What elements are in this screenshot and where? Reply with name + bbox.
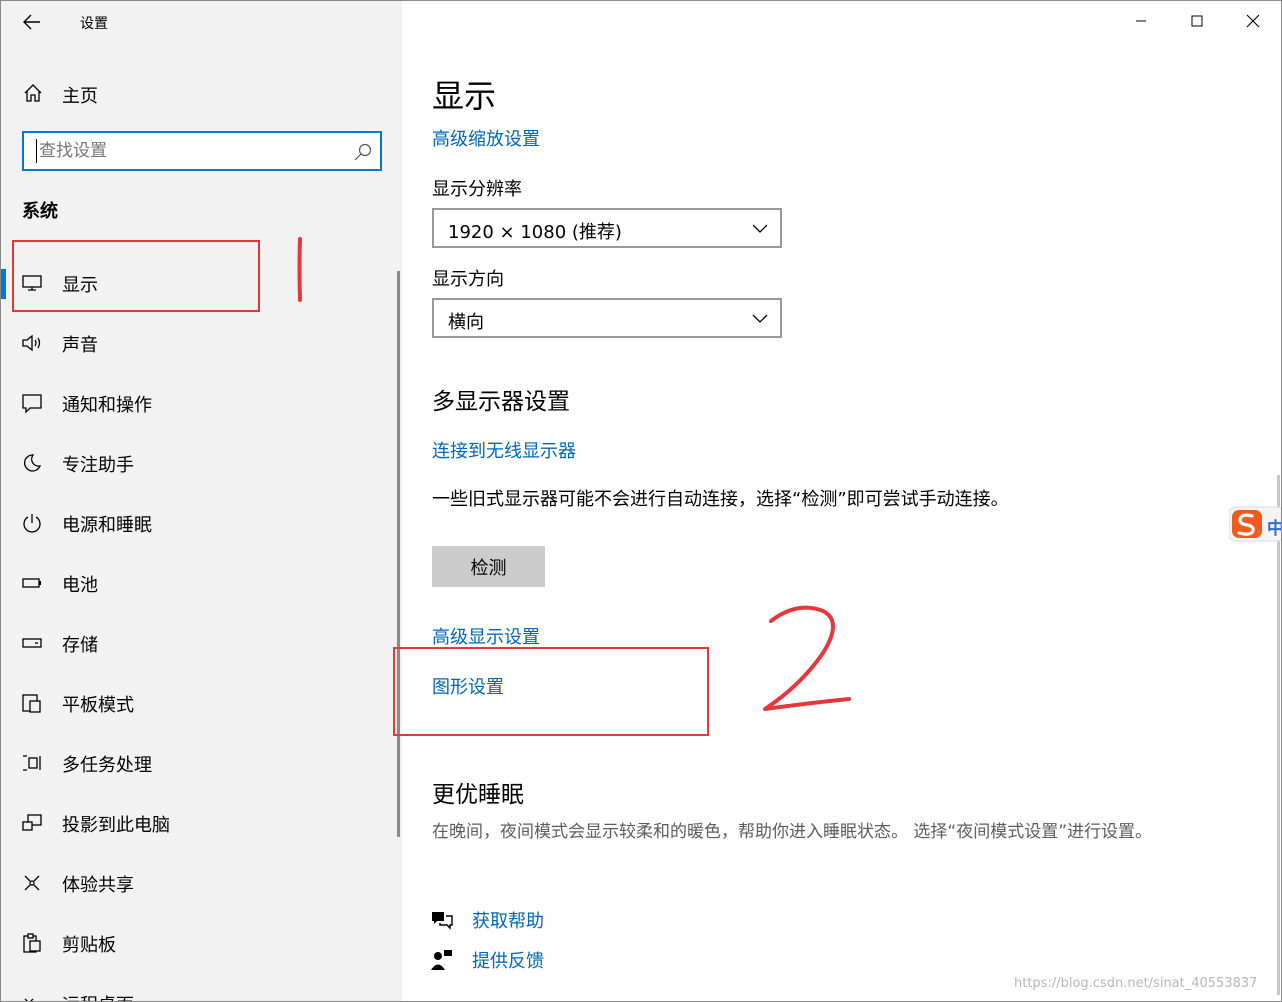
detect-button[interactable]: 检测 bbox=[432, 546, 545, 587]
active-indicator bbox=[1, 269, 6, 299]
sidebar-item-clipboard[interactable]: 剪贴板 bbox=[1, 921, 402, 965]
resolution-value: 1920 × 1080 (推荐) bbox=[448, 222, 622, 243]
sidebar-item-shared-experiences[interactable]: 体验共享 bbox=[1, 861, 402, 905]
feedback-label: 提供反馈 bbox=[472, 951, 544, 972]
clipboard-icon bbox=[23, 933, 41, 953]
section-title: 系统 bbox=[22, 201, 58, 222]
main-content: 显示 高级缩放设置 显示分辨率 1920 × 1080 (推荐) 显示方向 横向… bbox=[402, 1, 1281, 1001]
sidebar-item-label: 存储 bbox=[62, 635, 98, 656]
settings-window: 设置 主页 系统 显示 bbox=[0, 0, 1282, 1002]
advanced-scaling-link[interactable]: 高级缩放设置 bbox=[432, 125, 540, 151]
sidebar-item-label: 电源和睡眠 bbox=[62, 515, 152, 536]
sidebar-item-power-sleep[interactable]: 电源和睡眠 bbox=[1, 501, 402, 545]
sidebar-item-label: 剪贴板 bbox=[62, 935, 116, 956]
sidebar-item-tablet-mode[interactable]: 平板模式 bbox=[1, 681, 402, 725]
search-box bbox=[22, 131, 382, 171]
sidebar-item-battery[interactable]: 电池 bbox=[1, 561, 402, 605]
sidebar-item-home[interactable]: 主页 bbox=[1, 75, 402, 111]
sidebar-scrollbar[interactable] bbox=[397, 271, 400, 837]
feedback-person-icon bbox=[431, 950, 452, 970]
sleep-description: 在晚间，夜间模式会显示较柔和的暖色，帮助你进入睡眠状态。 选择“夜间模式设置”进… bbox=[432, 822, 1153, 842]
sidebar-item-label: 多任务处理 bbox=[62, 755, 152, 776]
advanced-display-link[interactable]: 高级显示设置 bbox=[432, 623, 540, 649]
search-input[interactable] bbox=[36, 139, 336, 163]
watermark: https://blog.csdn.net/sinat_40553837 bbox=[1014, 976, 1258, 991]
orientation-value: 横向 bbox=[448, 312, 484, 333]
sidebar-item-label: 声音 bbox=[62, 335, 98, 356]
chevron-down-icon bbox=[752, 314, 768, 323]
battery-icon bbox=[22, 578, 41, 588]
sidebar-item-label: 平板模式 bbox=[62, 695, 134, 716]
sidebar-item-sound[interactable]: 声音 bbox=[1, 321, 402, 365]
ime-badge[interactable]: 中 bbox=[1228, 505, 1281, 543]
sidebar-item-label: 远程桌面 bbox=[62, 991, 134, 1001]
sleep-heading: 更优睡眠 bbox=[432, 782, 524, 808]
sidebar-item-storage[interactable]: 存储 bbox=[1, 621, 402, 665]
sidebar-item-notifications[interactable]: 通知和操作 bbox=[1, 381, 402, 425]
tablet-icon bbox=[22, 694, 41, 713]
multitask-icon bbox=[23, 755, 41, 771]
notification-icon bbox=[22, 394, 42, 413]
moon-icon bbox=[24, 454, 42, 472]
sidebar-item-label: 主页 bbox=[62, 86, 98, 107]
sidebar: 设置 主页 系统 显示 bbox=[1, 1, 402, 1001]
orientation-dropdown[interactable]: 横向 bbox=[432, 298, 782, 338]
close-icon bbox=[1246, 14, 1260, 28]
orientation-label: 显示方向 bbox=[432, 269, 504, 290]
resolution-label: 显示分辨率 bbox=[432, 179, 522, 200]
back-arrow-icon bbox=[23, 14, 40, 30]
sidebar-item-label: 投影到此电脑 bbox=[62, 815, 170, 836]
home-icon bbox=[24, 84, 42, 102]
power-icon bbox=[23, 514, 41, 533]
multi-display-heading: 多显示器设置 bbox=[432, 389, 570, 415]
sidebar-item-label: 体验共享 bbox=[62, 875, 134, 896]
sidebar-item-remote-desktop[interactable]: 远程桌面 bbox=[1, 981, 402, 1001]
close-button[interactable] bbox=[1225, 1, 1281, 41]
remote-desktop-icon bbox=[24, 998, 34, 1001]
main-scrollbar[interactable] bbox=[1277, 475, 1280, 995]
page-title: 显示 bbox=[432, 77, 497, 115]
sidebar-item-multitasking[interactable]: 多任务处理 bbox=[1, 741, 402, 785]
search-icon[interactable] bbox=[354, 143, 372, 161]
annotation-box-display bbox=[12, 240, 260, 312]
sidebar-item-label: 专注助手 bbox=[62, 455, 134, 476]
annotation-box-graphics bbox=[393, 647, 709, 736]
maximize-button[interactable] bbox=[1169, 1, 1225, 41]
sidebar-item-label: 通知和操作 bbox=[62, 395, 152, 416]
chevron-down-icon bbox=[752, 224, 768, 233]
back-button[interactable] bbox=[15, 7, 49, 37]
sidebar-item-label: 电池 bbox=[62, 575, 98, 596]
detect-description: 一些旧式显示器可能不会进行自动连接，选择“检测”即可尝试手动连接。 bbox=[432, 489, 1009, 510]
annotation-mark-2 bbox=[763, 605, 851, 711]
sidebar-item-focus-assist[interactable]: 专注助手 bbox=[1, 441, 402, 485]
share-icon bbox=[24, 875, 40, 891]
ime-badge-label: 中 bbox=[1267, 514, 1281, 539]
chat-help-icon bbox=[432, 912, 453, 930]
wireless-display-link[interactable]: 连接到无线显示器 bbox=[432, 437, 576, 463]
get-help-label: 获取帮助 bbox=[472, 911, 544, 932]
sidebar-item-project-to-pc[interactable]: 投影到此电脑 bbox=[1, 801, 402, 845]
speaker-icon bbox=[22, 334, 41, 352]
storage-icon bbox=[22, 638, 42, 648]
resolution-dropdown[interactable]: 1920 × 1080 (推荐) bbox=[432, 208, 782, 248]
maximize-icon bbox=[1191, 15, 1203, 27]
annotation-mark-1 bbox=[297, 237, 302, 302]
app-title: 设置 bbox=[80, 16, 108, 32]
minimize-icon bbox=[1136, 20, 1146, 22]
minimize-button[interactable] bbox=[1113, 1, 1169, 41]
project-icon bbox=[22, 814, 42, 831]
